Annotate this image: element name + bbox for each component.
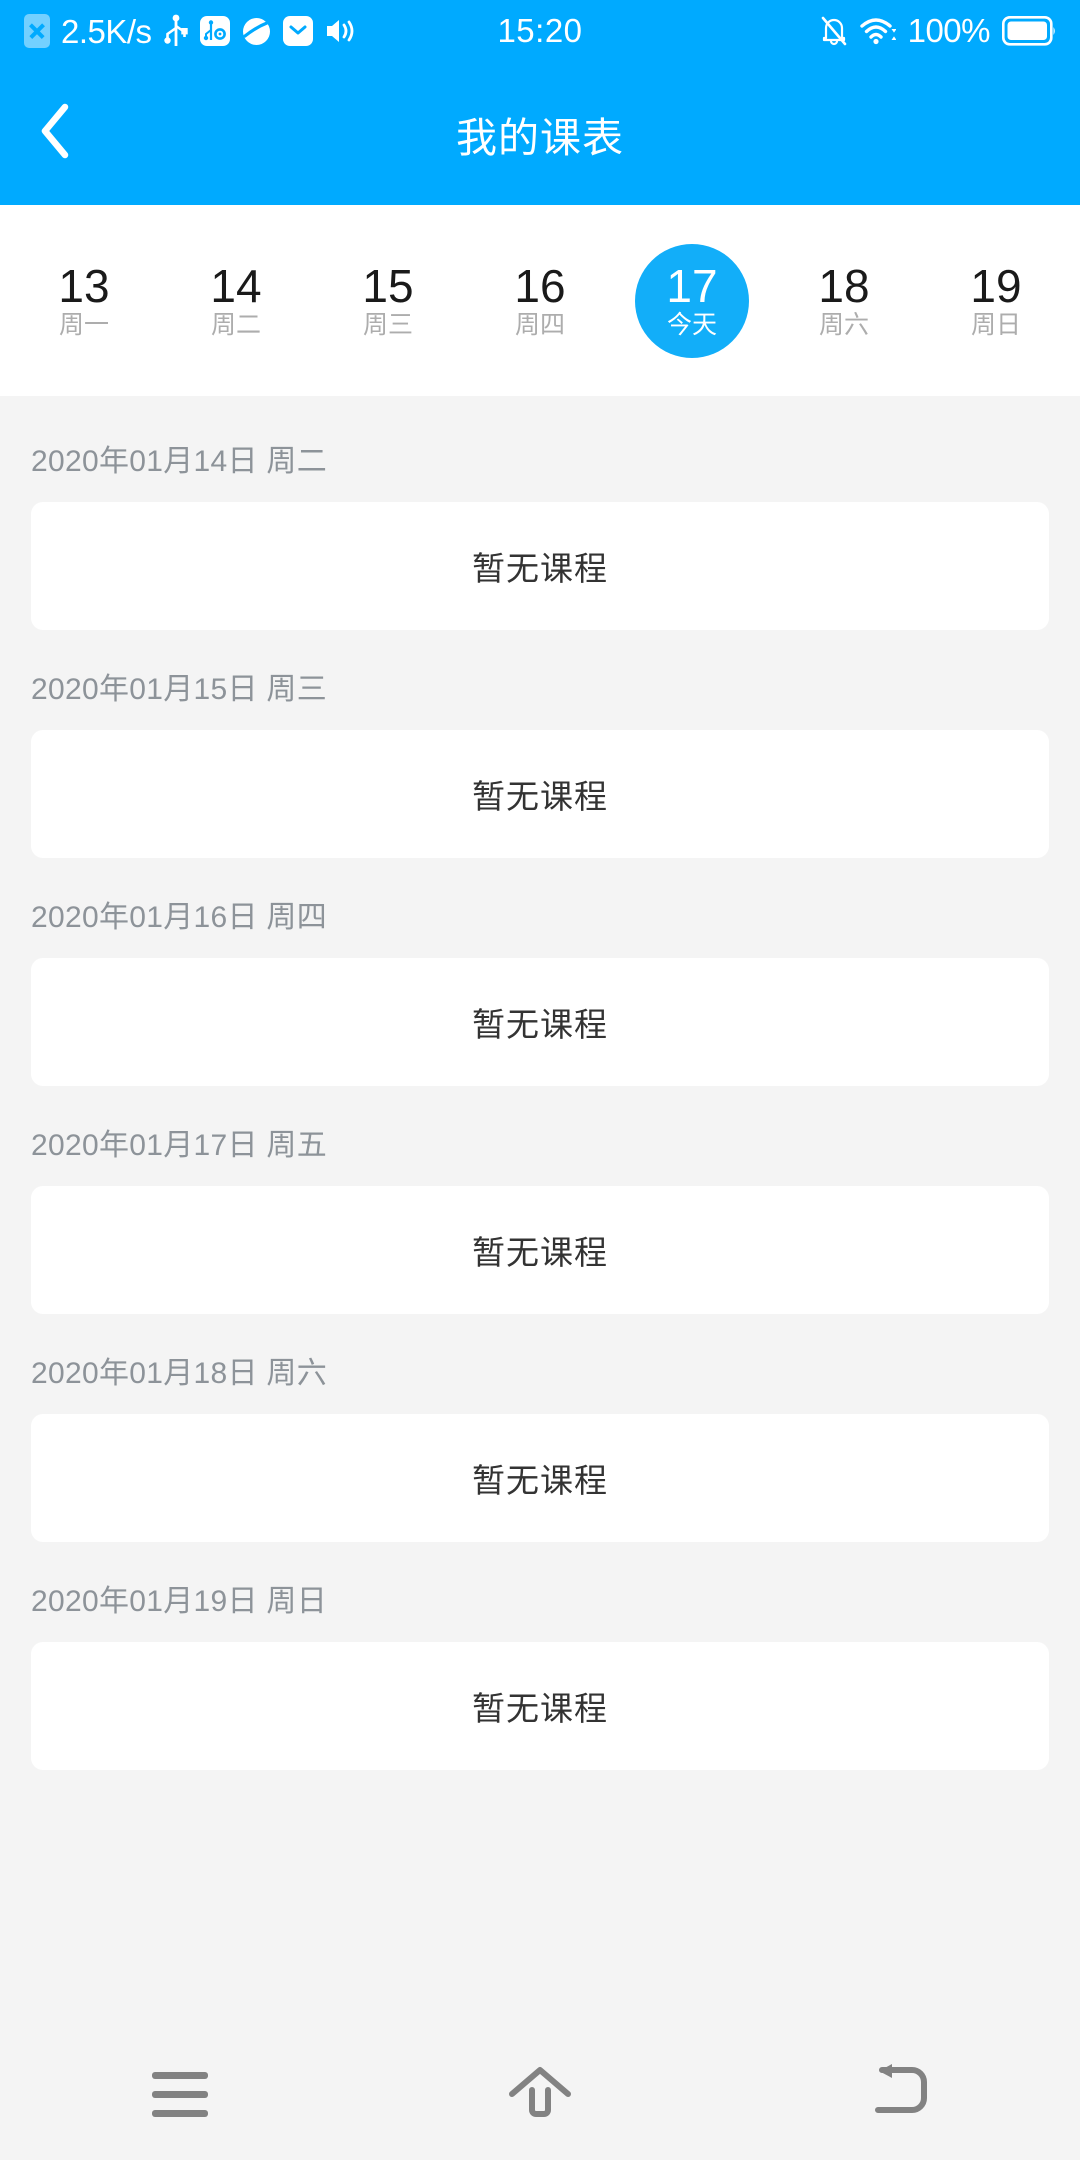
date-number: 14 <box>210 259 262 312</box>
usb-debug-settings-icon <box>199 16 230 46</box>
status-bar-left: 2.5K/s <box>24 14 355 48</box>
network-speed-text: 2.5K/s <box>61 12 152 50</box>
week-date-selector: 13 周一 14 周二 15 周三 16 周四 17 今天 18 周六 19 周… <box>0 205 1080 396</box>
date-weekday: 周一 <box>58 310 109 339</box>
schedule-group: 2020年01月15日 周三 暂无课程 <box>0 650 1080 858</box>
date-number: 13 <box>58 259 110 312</box>
home-button[interactable] <box>465 2044 615 2144</box>
date-number: 19 <box>970 259 1022 312</box>
course-card-empty[interactable]: 暂无课程 <box>31 1414 1049 1542</box>
battery-full-icon <box>1002 16 1056 46</box>
status-bar-clock: 15:20 <box>497 12 583 49</box>
date-number: 15 <box>362 259 414 312</box>
course-card-empty[interactable]: 暂无课程 <box>31 730 1049 858</box>
back-button[interactable] <box>825 2044 975 2144</box>
group-date-header: 2020年01月17日 周五 <box>31 1129 328 1162</box>
group-date-header: 2020年01月18日 周六 <box>31 1357 328 1390</box>
title-bar: 我的课表 <box>0 62 1080 205</box>
recents-button[interactable] <box>105 2044 255 2144</box>
chevron-left-icon <box>38 103 72 164</box>
date-weekday: 周日 <box>970 310 1021 339</box>
sim-card-x-icon <box>24 14 50 48</box>
date-weekday: 周二 <box>210 310 261 339</box>
course-card-empty[interactable]: 暂无课程 <box>31 1186 1049 1314</box>
empty-course-label: 暂无课程 <box>472 1690 608 1727</box>
schedule-group: 2020年01月14日 周二 暂无课程 <box>0 422 1080 630</box>
date-number: 17 <box>666 259 718 312</box>
empty-course-label: 暂无课程 <box>472 1462 608 1499</box>
browser-icon <box>241 16 272 47</box>
empty-course-label: 暂无课程 <box>472 550 608 587</box>
menu-icon <box>152 2071 208 2117</box>
course-card-empty[interactable]: 暂无课程 <box>31 502 1049 630</box>
empty-course-label: 暂无课程 <box>472 1234 608 1271</box>
schedule-group: 2020年01月19日 周日 暂无课程 <box>0 1562 1080 1770</box>
schedule-group: 2020年01月17日 周五 暂无课程 <box>0 1106 1080 1314</box>
volume-icon <box>324 16 355 46</box>
usb-icon <box>163 14 189 48</box>
back-icon <box>868 2062 932 2127</box>
date-weekday: 周四 <box>514 310 565 339</box>
battery-percent-text: 100% <box>907 12 991 49</box>
date-cell-17-today[interactable]: 17 今天 <box>616 241 768 361</box>
date-weekday: 今天 <box>666 310 717 339</box>
schedule-group: 2020年01月16日 周四 暂无课程 <box>0 878 1080 1086</box>
date-cell-14[interactable]: 14 周二 <box>160 241 312 361</box>
date-cell-18[interactable]: 18 周六 <box>768 241 920 361</box>
wifi-icon <box>859 16 896 46</box>
group-date-header: 2020年01月19日 周日 <box>31 1585 328 1618</box>
date-number: 18 <box>818 259 870 312</box>
empty-course-label: 暂无课程 <box>472 1006 608 1043</box>
date-cell-16[interactable]: 16 周四 <box>464 241 616 361</box>
date-weekday: 周六 <box>818 310 869 339</box>
date-number: 16 <box>514 259 566 312</box>
empty-course-label: 暂无课程 <box>472 778 608 815</box>
status-bar-right: 100% <box>820 0 1056 62</box>
course-card-empty[interactable]: 暂无课程 <box>31 958 1049 1086</box>
group-date-header: 2020年01月15日 周三 <box>31 673 328 706</box>
date-weekday: 周三 <box>362 310 413 339</box>
schedule-list[interactable]: 2020年01月14日 周二 暂无课程 2020年01月15日 周三 暂无课程 … <box>0 396 1080 2028</box>
date-cell-13[interactable]: 13 周一 <box>8 241 160 361</box>
date-cell-15[interactable]: 15 周三 <box>312 241 464 361</box>
page-title: 我的课表 <box>456 114 624 161</box>
course-card-empty[interactable]: 暂无课程 <box>31 1642 1049 1770</box>
notifications-off-icon <box>820 15 848 47</box>
home-icon <box>504 2062 576 2127</box>
date-cell-19[interactable]: 19 周日 <box>920 241 1072 361</box>
group-date-header: 2020年01月14日 周二 <box>31 445 328 478</box>
schedule-group: 2020年01月18日 周六 暂无课程 <box>0 1334 1080 1542</box>
android-navigation-bar <box>0 2028 1080 2160</box>
back-navigation-button[interactable] <box>12 91 98 177</box>
app-screen: 2.5K/s 15:20 100% 我的课表 13 周一 14 周二 15 周三… <box>0 0 1080 2160</box>
status-bar: 2.5K/s 15:20 100% <box>0 0 1080 62</box>
group-date-header: 2020年01月16日 周四 <box>31 901 328 934</box>
mail-icon <box>282 16 313 46</box>
